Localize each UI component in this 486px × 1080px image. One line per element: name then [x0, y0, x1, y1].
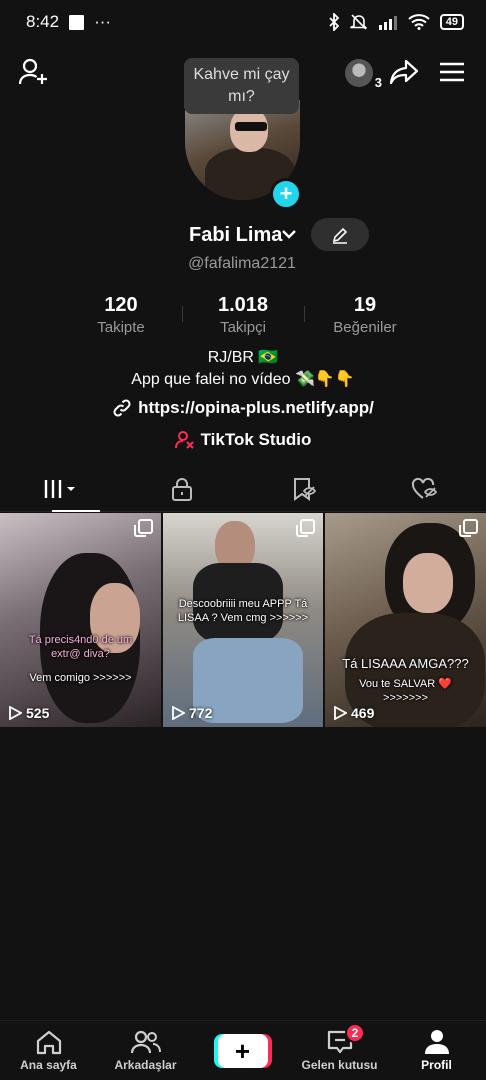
signal-icon [378, 16, 397, 30]
play-icon [9, 706, 22, 720]
nav-friends[interactable]: Arkadaşlar [97, 1021, 194, 1080]
content-tabs [0, 466, 486, 512]
battery-indicator: 49 [439, 14, 464, 30]
video-tile[interactable]: Descoobriiii meu APPP Tá LISAA ? Vem cmg… [163, 513, 323, 727]
visitor-count: 3 [374, 75, 382, 90]
tab-liked[interactable] [365, 466, 486, 511]
video-caption: Tá precis4nd0 de um extr@ diva? [28, 634, 133, 660]
video-caption: Tá LISAAA AMGA??? [342, 656, 469, 671]
likes-count: 19 [353, 294, 377, 316]
tab-private[interactable] [122, 466, 244, 511]
video-tile[interactable]: Tá LISAAA AMGA??? Vou te SALVAR ❤️ >>>>>… [325, 513, 486, 727]
video-tile[interactable]: Tá precis4nd0 de um extr@ diva? Vem comi… [0, 513, 161, 727]
studio-label: TikTok Studio [200, 430, 312, 449]
video-views: 469 [333, 705, 374, 721]
profile-bio: RJ/BR 🇧🇷 App que falei no vídeo 💸👇👇 [0, 347, 486, 391]
bottom-navigation: Ana sayfa Arkadaşlar + 2 Gelen kutusu Pr… [0, 1020, 486, 1080]
profile-icon [424, 1030, 449, 1054]
plus-icon: + [234, 1035, 251, 1066]
photo-carousel-icon [134, 519, 153, 537]
bookmark-hidden-icon [293, 477, 316, 501]
profile-visitors-button[interactable]: 3 [342, 56, 382, 90]
home-icon [36, 1030, 61, 1055]
profile-stats: 120 Takipte 1.018 Takipçi 19 Beğeniler [60, 294, 426, 338]
video-caption-secondary: Vou te SALVAR ❤️ >>>>>>> [359, 678, 452, 704]
following-stat[interactable]: 120 Takipte [60, 294, 182, 338]
photo-carousel-icon [459, 519, 478, 537]
wifi-icon [408, 14, 430, 30]
share-profile-button[interactable] [388, 56, 420, 88]
edit-profile-button[interactable] [311, 218, 369, 251]
share-arrow-icon [389, 59, 419, 85]
video-caption-secondary: Vem comigo >>>>>> [29, 672, 132, 684]
status-time: 8:42 [26, 12, 60, 31]
display-name[interactable]: Fabi Lima [189, 224, 282, 247]
add-person-icon [19, 58, 47, 85]
tiktok-studio-link[interactable]: TikTok Studio [0, 430, 486, 450]
video-caption: Descoobriiii meu APPP Tá LISAA ? Vem cmg… [177, 598, 309, 624]
likes-label: Beğeniler [333, 319, 397, 336]
nav-inbox[interactable]: 2 Gelen kutusu [291, 1021, 388, 1080]
bio-link[interactable]: https://opina-plus.netlify.app/ [0, 398, 486, 418]
add-friend-button[interactable] [18, 56, 50, 88]
video-views: 772 [171, 705, 212, 721]
hamburger-menu-icon [440, 62, 464, 82]
nav-profile-label: Profil [421, 1058, 452, 1072]
nav-friends-label: Arkadaşlar [114, 1058, 177, 1072]
grid-columns-icon [43, 479, 75, 498]
tab-saved[interactable] [243, 466, 365, 511]
add-avatar-button[interactable]: + [270, 178, 302, 210]
play-icon [172, 706, 185, 720]
link-icon [113, 399, 131, 417]
followers-count: 1.018 [217, 294, 269, 316]
following-label: Takipte [97, 319, 145, 336]
followers-label: Takipçi [220, 319, 266, 336]
nav-home-label: Ana sayfa [20, 1058, 77, 1072]
notification-square-icon [69, 14, 85, 30]
nav-inbox-label: Gelen kutusu [301, 1058, 378, 1072]
nav-home[interactable]: Ana sayfa [0, 1021, 97, 1080]
photo-carousel-icon [296, 519, 315, 537]
video-views: 525 [8, 705, 49, 721]
lock-icon [172, 477, 193, 501]
tab-videos[interactable] [0, 466, 122, 512]
studio-person-icon [174, 431, 194, 449]
visitor-avatar [345, 59, 373, 87]
nav-profile[interactable]: Profil [388, 1021, 485, 1080]
name-row: Fabi Lima [0, 218, 486, 254]
menu-button[interactable] [436, 56, 468, 88]
nav-create[interactable]: + [194, 1021, 291, 1080]
more-notifications-icon: ··· [94, 12, 112, 31]
following-count: 120 [104, 294, 138, 316]
followers-stat[interactable]: 1.018 Takipçi [182, 294, 304, 338]
bio-line-2: App que falei no vídeo 💸👇👇 [131, 371, 355, 388]
pencil-icon [332, 227, 348, 244]
status-bar: 8:42 ··· 49 [0, 0, 486, 44]
bluetooth-icon [329, 13, 340, 31]
video-grid: Tá precis4nd0 de um extr@ diva? Vem comi… [0, 513, 486, 727]
create-button[interactable]: + [217, 1033, 268, 1068]
bio-link-text: https://opina-plus.netlify.app/ [138, 398, 374, 417]
friends-icon [130, 1030, 161, 1054]
chevron-down-icon[interactable] [281, 228, 297, 240]
play-icon [334, 706, 347, 720]
plus-icon: + [279, 181, 293, 206]
inbox-badge: 2 [345, 1022, 365, 1043]
username: @fafalima2121 [188, 255, 296, 272]
question-tooltip[interactable]: Kahve mi çay mı? [184, 58, 299, 114]
likes-stat[interactable]: 19 Beğeniler [304, 294, 426, 338]
bio-line-1: RJ/BR 🇧🇷 [207, 349, 279, 366]
bell-muted-icon [349, 14, 368, 30]
heart-hidden-icon [412, 477, 438, 499]
